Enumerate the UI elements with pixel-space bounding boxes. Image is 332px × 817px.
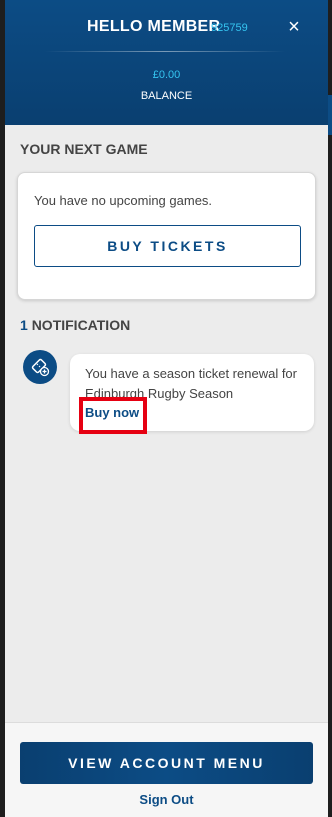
header-divider: [45, 51, 285, 52]
greeting-title: HELLO MEMBER: [87, 18, 221, 35]
drawer-header: HELLO MEMBER 925759 × £0.00 BALANCE: [5, 0, 328, 125]
member-id: 925759: [211, 22, 248, 34]
close-icon[interactable]: ×: [285, 17, 303, 37]
backdrop-header-sliver: [328, 95, 332, 135]
view-account-menu-button[interactable]: VIEW ACCOUNT MENU: [20, 742, 313, 784]
ticket-add-icon: [23, 350, 57, 384]
balance-amount: £0.00: [152, 69, 181, 81]
account-drawer: HELLO MEMBER 925759 × £0.00 BALANCE YOUR…: [5, 0, 328, 817]
sign-out-link[interactable]: Sign Out: [5, 792, 328, 807]
no-games-text: You have no upcoming games.: [34, 193, 213, 208]
notifications-heading: 1 NOTIFICATION: [20, 317, 130, 333]
drawer-footer: VIEW ACCOUNT MENU Sign Out: [5, 722, 328, 817]
highlight-annotation: [79, 397, 147, 434]
notification-count: 1: [20, 317, 28, 333]
next-game-card: You have no upcoming games. BUY TICKETS: [17, 172, 316, 300]
balance-label: BALANCE: [140, 90, 193, 102]
notifications-title: NOTIFICATION: [31, 317, 131, 333]
next-game-heading: YOUR NEXT GAME: [20, 141, 148, 157]
buy-tickets-button[interactable]: BUY TICKETS: [34, 225, 301, 267]
